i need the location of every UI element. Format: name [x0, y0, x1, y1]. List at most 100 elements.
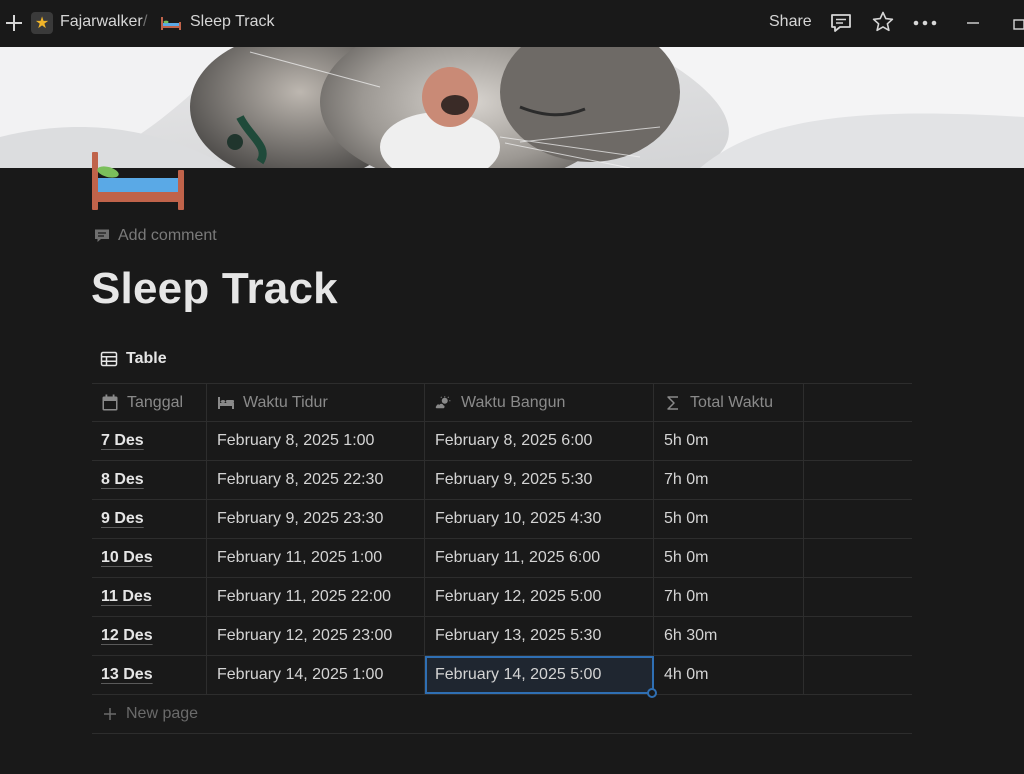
cell-tanggal[interactable]: 10 Des — [92, 539, 207, 577]
cell-value: February 8, 2025 6:00 — [435, 432, 593, 449]
cell-waktu-bangun[interactable]: February 11, 2025 6:00 — [425, 539, 654, 577]
minimize-window-icon[interactable] — [964, 11, 982, 35]
cell-value: February 14, 2025 1:00 — [217, 666, 384, 683]
row-title-link[interactable]: 13 Des — [101, 666, 153, 684]
view-tab-label: Table — [126, 350, 167, 367]
cell-waktu-tidur[interactable]: February 11, 2025 22:00 — [207, 578, 425, 616]
cell-tanggal[interactable]: 11 Des — [92, 578, 207, 616]
row-title-link[interactable]: 9 Des — [101, 510, 144, 528]
cell-tanggal[interactable]: 7 Des — [92, 422, 207, 460]
table-row[interactable]: 12 Des February 12, 2025 23:00 February … — [92, 617, 912, 656]
row-title-link[interactable]: 11 Des — [101, 588, 152, 606]
breadcrumb-workspace[interactable]: Fajarwalker — [60, 13, 143, 31]
table-row[interactable]: 10 Des February 11, 2025 1:00 February 1… — [92, 539, 912, 578]
cell-value: February 9, 2025 23:30 — [217, 510, 384, 527]
cell-empty[interactable] — [804, 656, 912, 694]
cell-tanggal[interactable]: 12 Des — [92, 617, 207, 655]
cell-value: 5h 0m — [664, 549, 709, 566]
plus-icon[interactable] — [4, 11, 24, 35]
cell-waktu-bangun[interactable]: February 8, 2025 6:00 — [425, 422, 654, 460]
cell-waktu-bangun[interactable]: February 10, 2025 4:30 — [425, 500, 654, 538]
share-button[interactable]: Share — [769, 13, 812, 31]
cell-value: February 13, 2025 5:30 — [435, 627, 602, 644]
cell-tanggal[interactable]: 8 Des — [92, 461, 207, 499]
table-icon — [100, 351, 118, 367]
table-row[interactable]: 9 Des February 9, 2025 23:30 February 10… — [92, 500, 912, 539]
cell-value: 5h 0m — [664, 510, 709, 527]
add-property-column[interactable] — [804, 384, 912, 421]
column-header-waktu-bangun[interactable]: Waktu Bangun — [425, 384, 654, 421]
cell-waktu-tidur[interactable]: February 14, 2025 1:00 — [207, 656, 425, 694]
cell-waktu-bangun[interactable]: February 12, 2025 5:00 — [425, 578, 654, 616]
add-comment-label: Add comment — [118, 227, 217, 244]
new-page-label: New page — [126, 705, 199, 722]
cell-value: February 9, 2025 5:30 — [435, 471, 593, 488]
comment-icon — [95, 229, 109, 242]
cell-waktu-tidur[interactable]: February 11, 2025 1:00 — [207, 539, 425, 577]
cell-waktu-tidur[interactable]: February 9, 2025 23:30 — [207, 500, 425, 538]
bed-icon — [161, 17, 181, 30]
row-title-link[interactable]: 10 Des — [101, 549, 153, 567]
cell-waktu-tidur[interactable]: February 12, 2025 23:00 — [207, 617, 425, 655]
table-row[interactable]: 7 Des February 8, 2025 1:00 February 8, … — [92, 422, 912, 461]
cell-tanggal[interactable]: 9 Des — [92, 500, 207, 538]
cell-empty[interactable] — [804, 617, 912, 655]
cover-image — [0, 47, 1024, 168]
row-title-link[interactable]: 12 Des — [101, 627, 153, 645]
breadcrumb-page[interactable]: Sleep Track — [190, 13, 274, 31]
column-header-waktu-tidur[interactable]: Waktu Tidur — [207, 384, 425, 421]
new-page-button[interactable]: New page — [92, 695, 912, 734]
star-icon[interactable] — [871, 10, 895, 34]
calendar-icon — [102, 394, 118, 410]
table-row[interactable]: 13 Des February 14, 2025 1:00 February 1… — [92, 656, 912, 695]
page-title[interactable]: Sleep Track — [91, 264, 338, 314]
cell-total-waktu[interactable]: 5h 0m — [654, 500, 804, 538]
column-header-total-waktu[interactable]: Total Waktu — [654, 384, 804, 421]
cell-empty[interactable] — [804, 539, 912, 577]
column-header-label: Waktu Tidur — [243, 393, 328, 411]
cell-total-waktu[interactable]: 7h 0m — [654, 578, 804, 616]
cell-value: February 11, 2025 22:00 — [217, 588, 392, 605]
workspace-star-icon[interactable]: ★ — [31, 12, 53, 34]
cell-waktu-bangun[interactable]: February 13, 2025 5:30 — [425, 617, 654, 655]
cell-total-waktu[interactable]: 5h 0m — [654, 422, 804, 460]
cell-empty[interactable] — [804, 422, 912, 460]
cell-value: February 14, 2025 5:00 — [435, 666, 602, 683]
cell-value: February 11, 2025 6:00 — [435, 549, 601, 566]
cell-waktu-bangun-selected[interactable]: February 14, 2025 5:00 — [425, 656, 654, 694]
table-row[interactable]: 11 Des February 11, 2025 22:00 February … — [92, 578, 912, 617]
cell-value: February 12, 2025 5:00 — [435, 588, 602, 605]
cell-total-waktu[interactable]: 5h 0m — [654, 539, 804, 577]
column-header-label: Tanggal — [127, 393, 184, 411]
cell-total-waktu[interactable]: 7h 0m — [654, 461, 804, 499]
cell-value: 6h 30m — [664, 627, 718, 644]
view-tab-table[interactable]: Table — [100, 350, 167, 368]
table-row[interactable]: 8 Des February 8, 2025 22:30 February 9,… — [92, 461, 912, 500]
bed-icon[interactable] — [92, 152, 184, 212]
breadcrumb-separator: / — [143, 13, 148, 30]
row-title-link[interactable]: 7 Des — [101, 432, 144, 450]
cell-value: February 12, 2025 23:00 — [217, 627, 393, 644]
table-header: Tanggal Waktu Tidur Waktu Bangun Total W… — [92, 383, 912, 422]
row-title-link[interactable]: 8 Des — [101, 471, 144, 489]
cell-waktu-tidur[interactable]: February 8, 2025 22:30 — [207, 461, 425, 499]
selection-fill-handle[interactable] — [647, 688, 657, 698]
column-header-label: Waktu Bangun — [461, 393, 566, 411]
cell-empty[interactable] — [804, 578, 912, 616]
cell-value: 7h 0m — [664, 588, 709, 605]
cell-empty[interactable] — [804, 461, 912, 499]
column-header-tanggal[interactable]: Tanggal — [92, 384, 207, 421]
cell-total-waktu[interactable]: 4h 0m — [654, 656, 804, 694]
top-bar: ★ Fajarwalker / Sleep Track Share — [0, 0, 1024, 46]
add-comment-button[interactable]: Add comment — [94, 226, 217, 246]
restore-window-icon[interactable] — [1012, 12, 1024, 34]
cell-empty[interactable] — [804, 500, 912, 538]
cell-value: 7h 0m — [664, 471, 709, 488]
comment-icon[interactable] — [829, 11, 853, 35]
more-options-icon[interactable] — [912, 11, 938, 35]
cell-waktu-tidur[interactable]: February 8, 2025 1:00 — [207, 422, 425, 460]
cell-waktu-bangun[interactable]: February 9, 2025 5:30 — [425, 461, 654, 499]
cell-value: February 11, 2025 1:00 — [217, 549, 383, 566]
cell-total-waktu[interactable]: 6h 30m — [654, 617, 804, 655]
cell-tanggal[interactable]: 13 Des — [92, 656, 207, 694]
